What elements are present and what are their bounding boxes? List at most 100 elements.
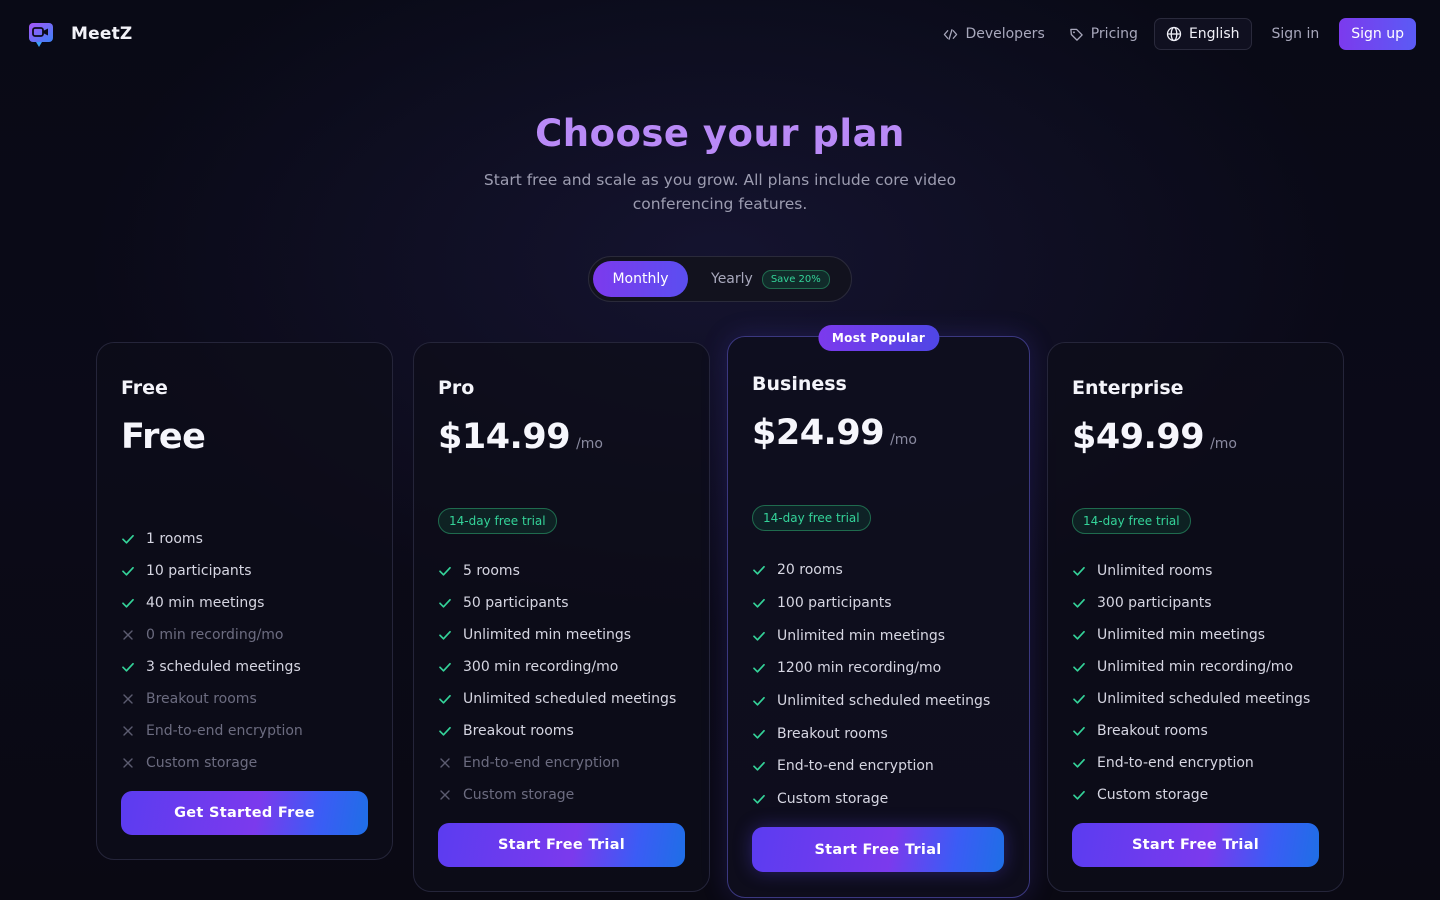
feature-text: Breakout rooms bbox=[1097, 723, 1208, 739]
feature-text: Unlimited min meetings bbox=[1097, 627, 1266, 643]
get-started-free-button[interactable]: Get Started Free bbox=[121, 791, 368, 835]
check-icon bbox=[753, 664, 765, 674]
language-selector[interactable]: English bbox=[1153, 18, 1252, 50]
price-value: $14.99 bbox=[438, 417, 571, 457]
feature-text: Custom storage bbox=[1097, 787, 1209, 803]
price-period: /mo bbox=[1210, 436, 1237, 452]
feature-item: End-to-end encryption bbox=[752, 750, 990, 783]
trial-badge: 14-day free trial bbox=[1072, 508, 1191, 534]
feature-text: Custom storage bbox=[146, 755, 258, 771]
plan-card-pro: Pro $14.99 /mo 14-day free trial 5 rooms… bbox=[413, 342, 710, 892]
feature-text: 3 scheduled meetings bbox=[146, 659, 301, 675]
feature-item: 1 rooms bbox=[121, 523, 303, 555]
feature-text: Unlimited min meetings bbox=[463, 627, 632, 643]
feature-text: 300 min recording/mo bbox=[463, 659, 619, 675]
nav-pricing-link[interactable]: Pricing bbox=[1057, 18, 1150, 50]
x-icon bbox=[123, 758, 133, 768]
feature-text: End-to-end encryption bbox=[777, 758, 934, 775]
feature-item: Breakout rooms bbox=[752, 717, 990, 750]
feature-item: Breakout rooms bbox=[1072, 715, 1310, 747]
feature-item: Custom storage bbox=[438, 779, 676, 811]
brand[interactable]: MeetZ bbox=[28, 21, 132, 48]
nav-developers-link[interactable]: Developers bbox=[931, 18, 1056, 50]
feature-text: 1 rooms bbox=[146, 531, 203, 547]
price-period: /mo bbox=[576, 436, 603, 452]
x-icon bbox=[123, 726, 133, 736]
check-icon bbox=[122, 534, 134, 544]
feature-item: 20 rooms bbox=[752, 554, 990, 587]
feature-item: Unlimited scheduled meetings bbox=[752, 685, 990, 718]
billing-toggle: Monthly Yearly Save 20% bbox=[588, 256, 852, 302]
brand-name: MeetZ bbox=[71, 24, 133, 44]
save-badge: Save 20% bbox=[761, 269, 830, 289]
signup-button[interactable]: Sign up bbox=[1339, 18, 1416, 50]
check-icon bbox=[439, 694, 451, 704]
feature-item: 3 scheduled meetings bbox=[121, 651, 303, 683]
feature-text: Custom storage bbox=[463, 787, 575, 803]
plan-card-free: Free Free 1 rooms 10 participants 40 min m… bbox=[96, 342, 393, 860]
check-icon bbox=[1073, 630, 1085, 640]
billing-yearly-option[interactable]: Yearly Save 20% bbox=[711, 269, 830, 289]
check-icon bbox=[753, 762, 765, 772]
feature-item: Breakout rooms bbox=[121, 683, 303, 715]
check-icon bbox=[753, 566, 765, 575]
feature-text: End-to-end encryption bbox=[146, 723, 303, 739]
feature-text: 100 participants bbox=[777, 595, 892, 612]
check-icon bbox=[753, 729, 765, 739]
check-icon bbox=[439, 598, 451, 608]
check-icon bbox=[1073, 726, 1085, 736]
plan-card-enterprise: Enterprise $49.99 /mo 14-day free trial … bbox=[1047, 342, 1344, 892]
plan-price: $49.99 /mo bbox=[1072, 417, 1237, 457]
check-icon bbox=[122, 662, 134, 672]
start-free-trial-button[interactable]: Start Free Trial bbox=[438, 823, 685, 867]
check-icon bbox=[439, 662, 451, 672]
feature-item: 300 participants bbox=[1072, 587, 1310, 619]
globe-icon bbox=[1166, 26, 1182, 42]
check-icon bbox=[1073, 758, 1085, 768]
check-icon bbox=[1073, 694, 1085, 704]
plan-name: Business bbox=[752, 373, 847, 395]
check-icon bbox=[753, 697, 765, 706]
feature-text: Unlimited scheduled meetings bbox=[1097, 691, 1311, 707]
x-icon bbox=[440, 790, 450, 800]
x-icon bbox=[123, 694, 133, 704]
trial-badge: 14-day free trial bbox=[438, 508, 557, 534]
check-icon bbox=[122, 598, 134, 608]
feature-text: End-to-end encryption bbox=[463, 755, 620, 771]
feature-item: Breakout rooms bbox=[438, 715, 676, 747]
feature-item: Unlimited min meetings bbox=[438, 619, 676, 651]
feature-item: 0 min recording/mo bbox=[121, 619, 303, 651]
plan-price: $14.99 /mo bbox=[438, 417, 603, 457]
start-free-trial-button[interactable]: Start Free Trial bbox=[752, 827, 1004, 872]
nav-actions: Developers Pricing English Sign in Sign … bbox=[931, 18, 1416, 50]
feature-text: 40 min meetings bbox=[146, 595, 265, 611]
feature-item: Unlimited scheduled meetings bbox=[1072, 683, 1310, 715]
top-nav: MeetZ Developers Pricing English Sign in… bbox=[0, 0, 1440, 68]
feature-item: Unlimited min meetings bbox=[1072, 619, 1310, 651]
feature-text: 5 rooms bbox=[463, 563, 520, 579]
check-icon bbox=[439, 726, 451, 736]
feature-item: Unlimited min recording/mo bbox=[1072, 651, 1310, 683]
plan-card-business: Most Popular Business $24.99 /mo 14-day … bbox=[727, 325, 1030, 898]
meetz-logo-icon bbox=[28, 21, 55, 48]
signin-link[interactable]: Sign in bbox=[1262, 26, 1330, 42]
check-icon bbox=[1073, 598, 1085, 608]
page-title: Choose your plan bbox=[535, 112, 905, 155]
page-subtitle: Start free and scale as you grow. All pl… bbox=[483, 171, 957, 213]
billing-yearly-label: Yearly bbox=[711, 271, 753, 287]
feature-item: 5 rooms bbox=[438, 555, 676, 587]
plan-name: Free bbox=[121, 377, 168, 399]
start-free-trial-button[interactable]: Start Free Trial bbox=[1072, 823, 1319, 867]
trial-badge: 14-day free trial bbox=[752, 505, 871, 531]
feature-item: Custom storage bbox=[121, 747, 303, 779]
feature-text: 0 min recording/mo bbox=[146, 627, 284, 643]
x-icon bbox=[123, 630, 133, 640]
feature-text: Unlimited scheduled meetings bbox=[463, 691, 677, 707]
feature-item: End-to-end encryption bbox=[1072, 747, 1310, 779]
feature-item: 50 participants bbox=[438, 587, 676, 619]
feature-item: Unlimited rooms bbox=[1072, 555, 1310, 587]
tag-icon bbox=[1069, 28, 1083, 41]
feature-item: 300 min recording/mo bbox=[438, 651, 676, 683]
billing-monthly-option[interactable]: Monthly bbox=[593, 261, 688, 297]
check-icon bbox=[1073, 662, 1085, 672]
